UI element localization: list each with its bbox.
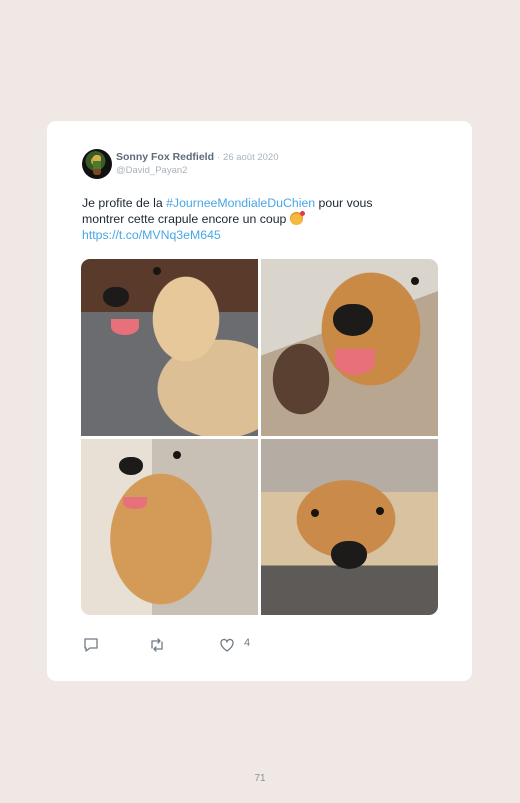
tweet-actions — [82, 636, 282, 654]
page-number: 71 — [254, 773, 266, 784]
retweet-icon[interactable] — [148, 636, 166, 654]
tweet-text-part: Je profite de la — [82, 196, 167, 210]
author-line: Sonny Fox Redfield · 26 août 2020 — [116, 151, 279, 163]
photo-grid — [81, 259, 438, 615]
url-link[interactable]: https://t.co/MVNq3eM645 — [82, 228, 221, 242]
likes-count: 4 — [244, 637, 251, 649]
dog-photo-3[interactable] — [81, 439, 258, 615]
tweet-date[interactable]: 26 août 2020 — [223, 152, 278, 163]
dog-photo-4[interactable] — [261, 439, 438, 615]
author-avatar[interactable] — [82, 149, 112, 179]
dog-photo-2[interactable] — [261, 259, 438, 436]
tweet-card: Sonny Fox Redfield · 26 août 2020 @David… — [47, 121, 472, 681]
author-handle[interactable]: @David_Payan2 — [116, 165, 187, 176]
dog-photo-1[interactable] — [81, 259, 258, 436]
hashtag-link[interactable]: #JourneeMondialeDuChien — [166, 196, 315, 210]
tweet-text: Je profite de la #JourneeMondialeDuChien… — [82, 195, 412, 243]
like-icon[interactable] — [218, 636, 236, 654]
reply-icon[interactable] — [82, 636, 100, 654]
author-name[interactable]: Sonny Fox Redfield — [116, 151, 214, 163]
separator-dot: · — [216, 152, 221, 163]
smiling-face-hearts-icon — [289, 211, 305, 225]
